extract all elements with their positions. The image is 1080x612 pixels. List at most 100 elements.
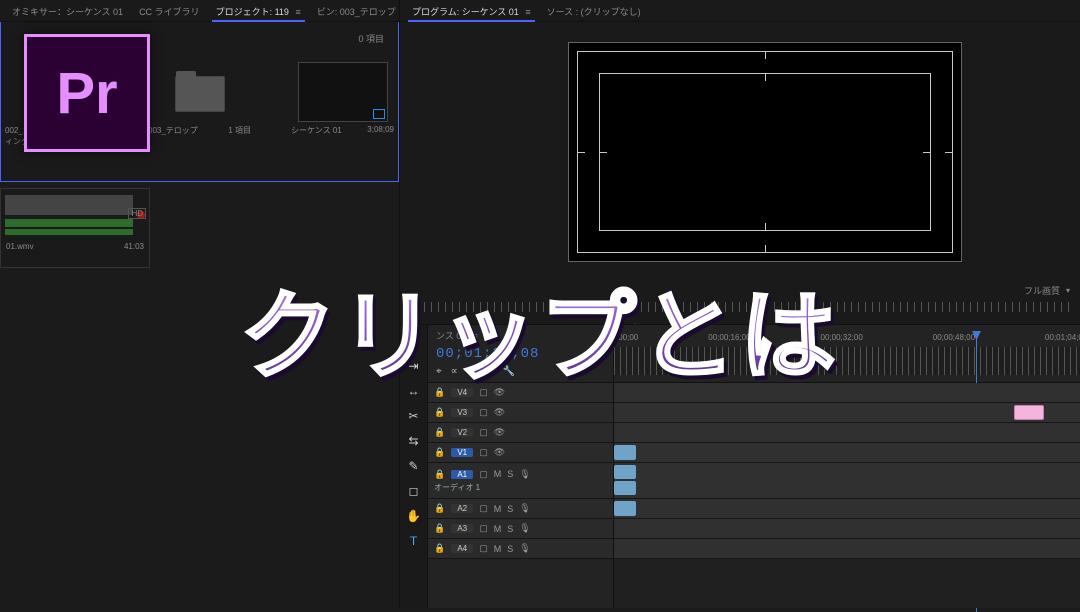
audio-track-header[interactable]: 🔒 A4 ▢ M S 🎙 [428, 539, 613, 559]
lock-icon[interactable]: 🔒 [434, 503, 445, 514]
track-select-tool-icon[interactable]: ⇥ [406, 358, 422, 374]
track-name[interactable]: A3 [451, 524, 473, 533]
clip[interactable] [614, 481, 636, 495]
toggle-output-icon[interactable]: ▢ [479, 427, 488, 438]
bin-meta: 1 項目 [228, 125, 251, 136]
track-name[interactable]: A4 [451, 544, 473, 553]
audio-track-header[interactable]: 🔒 A2 ▢ M S 🎙 [428, 499, 613, 519]
lock-icon[interactable]: 🔒 [434, 407, 445, 418]
lock-icon[interactable]: 🔒 [434, 469, 445, 480]
eye-icon[interactable]: 👁 [494, 407, 505, 418]
lane-v3[interactable] [614, 403, 1080, 423]
lane-a3[interactable] [614, 519, 1080, 539]
toggle-output-icon[interactable]: ▢ [479, 543, 488, 554]
clip[interactable] [614, 501, 636, 516]
rectangle-tool-icon[interactable]: ◻ [406, 483, 422, 499]
sequence-name: シーケンス 01 [291, 125, 342, 136]
slip-tool-icon[interactable]: ⇆ [406, 433, 422, 449]
timeline-timecode[interactable]: 00;01;33;08 [436, 346, 605, 362]
toggle-output-icon[interactable]: ▢ [479, 407, 488, 418]
linked-selection-icon[interactable]: ∝ [451, 366, 458, 377]
type-tool-icon[interactable]: T [406, 533, 422, 549]
bin-item[interactable]: 003_テロップ 1 項目 [148, 62, 251, 147]
timeline-ruler[interactable]: ;00;00 00;00;16;00 00;00;32;00 00;00;48;… [614, 325, 1080, 382]
solo-button[interactable]: S [507, 469, 513, 479]
ripple-edit-tool-icon[interactable]: ↔ [406, 383, 422, 399]
razor-tool-icon[interactable]: ✂ [406, 408, 422, 424]
mute-button[interactable]: M [494, 544, 502, 554]
track-name[interactable]: V1 [451, 448, 473, 457]
solo-button[interactable]: S [507, 524, 513, 534]
tab-bin[interactable]: ビン: 003_テロップ [315, 2, 398, 21]
menu-icon[interactable]: ≡ [295, 7, 300, 17]
lane-a1[interactable] [614, 463, 1080, 499]
lock-icon[interactable]: 🔒 [434, 543, 445, 554]
toggle-output-icon[interactable]: ▢ [479, 503, 488, 514]
settings-icon[interactable]: ⚙ [485, 366, 494, 377]
audio-track-header[interactable]: 🔒 A3 ▢ M S 🎙 [428, 519, 613, 539]
clip[interactable] [614, 445, 636, 460]
lock-icon[interactable]: 🔒 [434, 387, 445, 398]
marker-icon[interactable]: ⚑ [467, 366, 476, 377]
mute-button[interactable]: M [494, 524, 502, 534]
resolution-label: フル画質 [1024, 284, 1060, 297]
toggle-output-icon[interactable]: ▢ [479, 469, 488, 480]
item-count: 0 項目 [358, 32, 384, 45]
hand-tool-icon[interactable]: ✋ [406, 508, 422, 524]
video-track-header[interactable]: 🔒 V3 ▢ 👁 [428, 403, 613, 423]
lane-a4[interactable] [614, 539, 1080, 559]
lock-icon[interactable]: 🔒 [434, 523, 445, 534]
eye-icon[interactable]: 👁 [494, 447, 505, 458]
video-track-header[interactable]: 🔒 V2 ▢ 👁 [428, 423, 613, 443]
video-track-header[interactable]: 🔒 V4 ▢ 👁 [428, 383, 613, 403]
tab-program-monitor[interactable]: プログラム: シーケンス 01 ≡ [410, 2, 533, 21]
program-time-ruler[interactable] [410, 302, 1070, 312]
lock-icon[interactable]: 🔒 [434, 427, 445, 438]
track-name[interactable]: A1 [451, 470, 473, 479]
sequence-item[interactable]: シーケンス 01 3;08;09 [291, 62, 394, 147]
tab-source-monitor[interactable]: ソース : (クリップなし) [545, 2, 643, 21]
premiere-pro-logo-text: Pr [56, 60, 117, 127]
tab-project[interactable]: プロジェクト: 119 ≡ [214, 2, 303, 21]
mic-icon[interactable]: 🎙 [519, 503, 530, 514]
track-name[interactable]: A2 [451, 504, 473, 513]
track-name[interactable]: V4 [451, 388, 473, 397]
clip[interactable] [614, 465, 636, 479]
lane-v2[interactable] [614, 423, 1080, 443]
track-lanes[interactable] [614, 383, 1080, 608]
track-name[interactable]: V3 [451, 408, 473, 417]
audio-track-header[interactable]: 🔒 A1 ▢ M S 🎙 オーディオ 1 [428, 463, 613, 499]
solo-button[interactable]: S [507, 544, 513, 554]
toggle-output-icon[interactable]: ▢ [479, 387, 488, 398]
clip[interactable] [1014, 405, 1044, 420]
mute-button[interactable]: M [494, 469, 502, 479]
menu-icon[interactable]: ≡ [472, 331, 477, 341]
eye-icon[interactable]: 👁 [494, 387, 505, 398]
eye-icon[interactable]: 👁 [494, 427, 505, 438]
lane-v1[interactable] [614, 443, 1080, 463]
mute-button[interactable]: M [494, 504, 502, 514]
track-headers: 🔒 V4 ▢ 👁 🔒 V3 ▢ 👁 🔒 V2 ▢ [428, 383, 614, 608]
tab-cc-library[interactable]: CC ライブラリ [137, 2, 202, 21]
lane-a2[interactable] [614, 499, 1080, 519]
mic-icon[interactable]: 🎙 [519, 523, 530, 534]
mic-icon[interactable]: 🎙 [519, 469, 530, 480]
lane-v4[interactable] [614, 383, 1080, 403]
solo-button[interactable]: S [507, 504, 513, 514]
tab-audio-mixer[interactable]: オミキサー：シーケンス 01 [10, 2, 125, 21]
toggle-output-icon[interactable]: ▢ [479, 523, 488, 534]
track-name[interactable]: V2 [451, 428, 473, 437]
audio-track-label: オーディオ 1 [434, 482, 480, 493]
pen-tool-icon[interactable]: ✎ [406, 458, 422, 474]
menu-icon[interactable]: ≡ [525, 7, 530, 17]
program-viewer[interactable] [568, 42, 962, 262]
snap-icon[interactable]: ⌖ [436, 366, 442, 377]
mic-icon[interactable]: 🎙 [519, 543, 530, 554]
video-track-header[interactable]: 🔒 V1 ▢ 👁 [428, 443, 613, 463]
wrench-icon[interactable]: 🔧 [503, 366, 515, 377]
lock-icon[interactable]: 🔒 [434, 447, 445, 458]
media-item[interactable]: HD 01.wmv 41:03 [0, 188, 150, 268]
toggle-output-icon[interactable]: ▢ [479, 447, 488, 458]
selection-tool-icon[interactable]: ▲ [406, 333, 422, 349]
playback-resolution-dropdown[interactable]: フル画質 ▾ [1024, 284, 1070, 297]
